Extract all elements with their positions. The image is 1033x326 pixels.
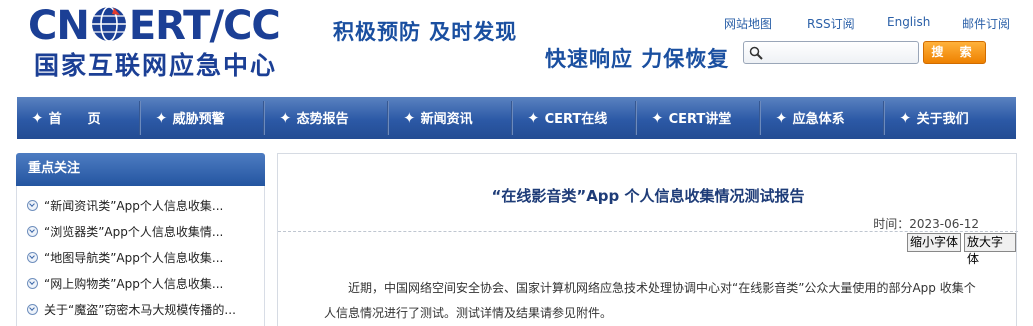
search-button[interactable]: 搜 索 (923, 41, 986, 64)
star-icon: ✦ (527, 109, 540, 127)
nav-label: CERT在线 (544, 112, 608, 127)
list-item-label: “地图导航类”App个人信息收集... (44, 251, 224, 265)
link-sitemap[interactable]: 网站地图 (724, 15, 772, 32)
article-body: 近期，中国网络空间安全协会、国家计算机网络应急技术处理协调中心对“在线影音类”公… (324, 281, 976, 320)
star-icon: ✦ (155, 109, 168, 127)
nav-news[interactable]: ✦ 新闻资讯 (403, 97, 473, 139)
nav-home[interactable]: ✦ 首 页 (31, 97, 101, 139)
nav-divider (511, 101, 513, 135)
nav-divider (883, 101, 885, 135)
divider (278, 231, 1018, 232)
list-item-label: 关于“魔盗”窃密木马大规模传播的... (44, 303, 236, 317)
sidebar: “新闻资讯类”App个人信息收集... “浏览器类”App个人信息收集情... … (16, 186, 265, 326)
link-mail-subscribe[interactable]: 邮件订阅 (962, 15, 1010, 32)
article-time: 时间：2023-06-12 (873, 217, 979, 231)
search-icon (749, 45, 763, 60)
star-icon: ✦ (279, 109, 292, 127)
sidebar-heading-label: 重点关注 (28, 161, 81, 176)
article-panel: “在线影音类”App 个人信息收集情况测试报告 时间：2023-06-12 缩小… (277, 153, 1018, 326)
shrink-font-button[interactable]: 缩小字体 (907, 233, 962, 252)
nav-cert-lecture[interactable]: ✦ CERT讲堂 (651, 97, 731, 139)
star-icon: ✦ (403, 109, 416, 127)
nav-divider (263, 101, 265, 135)
star-icon: ✦ (31, 109, 44, 127)
list-item[interactable]: 关于“魔盗”窃密木马大规模传播的... (17, 297, 264, 323)
nav-situation-report[interactable]: ✦ 态势报告 (279, 97, 349, 139)
slogan-1: 积极预防 及时发现 (333, 20, 518, 44)
link-rss[interactable]: RSS订阅 (807, 15, 855, 32)
nav-divider (759, 101, 761, 135)
nav-divider (139, 101, 141, 135)
logo-cncert[interactable]: CN ERT/CC (28, 2, 281, 50)
nav-about-us[interactable]: ✦ 关于我们 (899, 97, 969, 139)
chevron-down-icon (27, 226, 38, 237)
chevron-down-icon (27, 200, 38, 211)
nav-divider (387, 101, 389, 135)
enlarge-font-button[interactable]: 放大字体 (964, 233, 1016, 266)
main-nav: ✦ 首 页 ✦ 威胁预警 ✦ 态势报告 ✦ 新闻资讯 ✦ CERT在线 ✦ CERT讲堂 ✦… (17, 97, 1016, 139)
nav-label: 态势报告 (296, 112, 349, 127)
list-item-label: “浏览器类”App个人信息收集情... (44, 225, 224, 239)
search-input[interactable] (743, 41, 919, 64)
nav-label: 应急体系 (792, 112, 845, 127)
slogan-2: 快速响应 力保恢复 (545, 47, 730, 71)
nav-label: CERT讲堂 (668, 112, 732, 127)
star-icon: ✦ (899, 109, 912, 127)
nav-label: 关于我们 (916, 112, 969, 127)
nav-divider (635, 101, 637, 135)
list-item-label: “网上购物类”App个人信息收集... (44, 277, 224, 291)
chevron-down-icon (27, 304, 38, 315)
list-item[interactable]: “网上购物类”App个人信息收集... (17, 271, 264, 297)
list-item[interactable]: “浏览器类”App个人信息收集情... (17, 219, 264, 245)
logo-text-right: ERT/CC (128, 3, 281, 49)
globe-icon (90, 5, 128, 43)
logo-text-left: CN (28, 3, 90, 49)
nav-label: 新闻资讯 (420, 112, 473, 127)
nav-cert-online[interactable]: ✦ CERT在线 (527, 97, 607, 139)
nav-emergency-system[interactable]: ✦ 应急体系 (775, 97, 845, 139)
star-icon: ✦ (651, 109, 664, 127)
nav-label: 首 页 (48, 112, 101, 127)
link-english[interactable]: English (887, 15, 930, 29)
list-item[interactable]: “地图导航类”App个人信息收集... (17, 245, 264, 271)
list-item-label: “新闻资讯类”App个人信息收集... (44, 199, 224, 213)
chevron-down-icon (27, 252, 38, 263)
star-icon: ✦ (775, 109, 788, 127)
chevron-down-icon (27, 278, 38, 289)
list-item[interactable]: “新闻资讯类”App个人信息收集... (17, 193, 264, 219)
article-title: “在线影音类”App 个人信息收集情况测试报告 (491, 187, 805, 205)
logo-chinese: 国家互联网应急中心 (34, 51, 278, 80)
sidebar-heading: 重点关注 (16, 153, 265, 192)
nav-threat-alert[interactable]: ✦ 威胁预警 (155, 97, 225, 139)
nav-label: 威胁预警 (172, 112, 225, 127)
site-header: CN ERT/CC 国家互联网应急中心 积极预防 及时发现 快速响应 力保恢复 网… (0, 0, 1033, 96)
